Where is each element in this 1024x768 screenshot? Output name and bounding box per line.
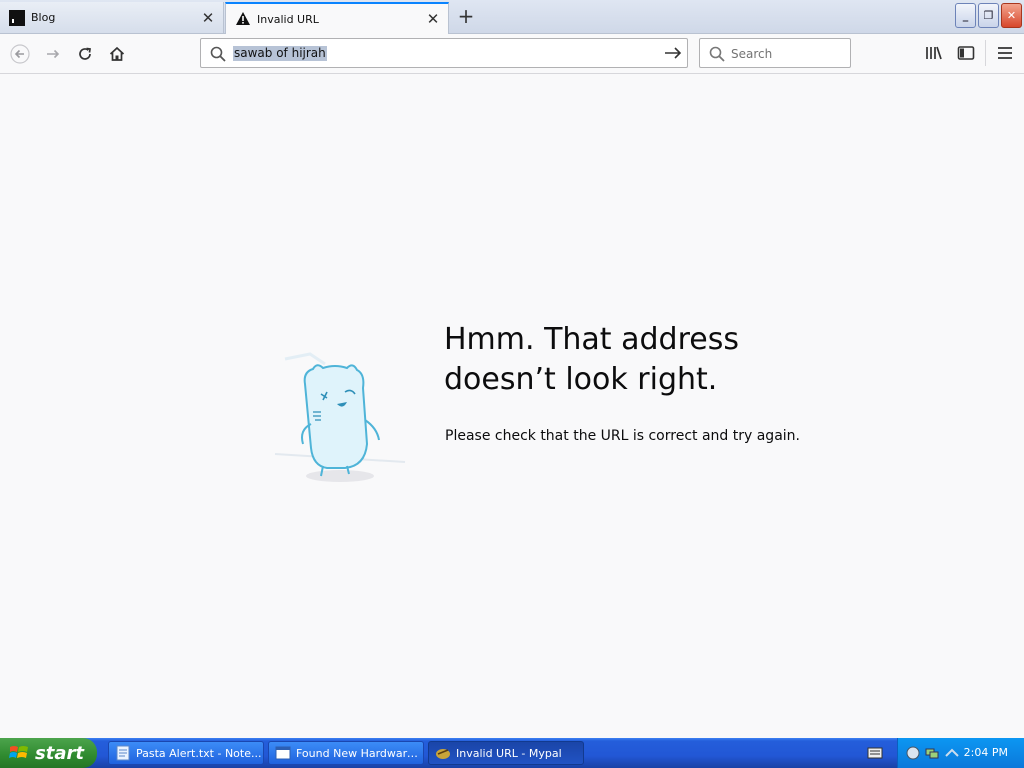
- url-input[interactable]: sawab of hijrah: [233, 46, 327, 61]
- tab-title: Invalid URL: [257, 12, 319, 26]
- warning-icon: [236, 12, 250, 25]
- window-icon: [275, 746, 291, 760]
- home-icon[interactable]: [103, 40, 131, 68]
- address-bar[interactable]: sawab of hijrah: [200, 38, 688, 68]
- system-tray: 2:04 PM: [897, 738, 1024, 768]
- tab-close-icon[interactable]: ✕: [424, 10, 442, 28]
- search-placeholder: Search: [731, 47, 773, 61]
- taskbar-clock[interactable]: 2:04 PM: [964, 746, 1008, 759]
- tray-network-icon[interactable]: [924, 746, 940, 760]
- taskbar-item-browser[interactable]: Invalid URL - Mypal: [428, 741, 584, 765]
- window-controls: _ ❐ ✕: [955, 3, 1022, 28]
- tab-invalid-url[interactable]: Invalid URL ✕: [225, 2, 449, 34]
- back-arrow-icon[interactable]: [6, 40, 34, 68]
- windows-flag-icon: [9, 746, 28, 758]
- keyboard-icon[interactable]: [867, 746, 883, 760]
- window-close-icon[interactable]: ✕: [1001, 3, 1022, 28]
- forward-arrow-icon[interactable]: [39, 40, 67, 68]
- notepad-icon: [116, 745, 130, 761]
- blog-favicon-icon: [9, 9, 25, 26]
- task-label: Pasta Alert.txt - Note...: [136, 746, 262, 760]
- search-icon: [210, 46, 226, 62]
- start-label: start: [35, 742, 84, 764]
- start-button[interactable]: start: [0, 738, 97, 768]
- toolbar-separator: [985, 40, 986, 66]
- reload-icon[interactable]: [71, 40, 99, 68]
- confused-mascot-illustration: [274, 352, 406, 482]
- menu-hamburger-icon[interactable]: [994, 42, 1016, 64]
- tray-connection-icon[interactable]: [944, 746, 960, 760]
- tab-blog[interactable]: Blog ✕: [0, 2, 224, 33]
- taskbar-item-notepad[interactable]: Pasta Alert.txt - Note...: [108, 741, 264, 765]
- tray-speaker-icon[interactable]: [906, 746, 920, 760]
- library-icon[interactable]: [923, 42, 945, 64]
- task-label: Found New Hardware...: [296, 746, 423, 760]
- mypal-browser-icon: [436, 749, 450, 759]
- taskbar: start Pasta Alert.txt - Note... Found Ne…: [0, 738, 1024, 768]
- navigation-toolbar: sawab of hijrah Search: [0, 34, 1024, 74]
- error-page: Hmm. That address doesn’t look right. Pl…: [0, 74, 1024, 738]
- headline-line-1: Hmm. That address: [444, 322, 739, 357]
- new-tab-icon[interactable]: +: [454, 5, 478, 29]
- headline-line-2: doesn’t look right.: [444, 362, 718, 397]
- search-bar[interactable]: Search: [699, 38, 851, 68]
- tab-close-icon[interactable]: ✕: [199, 9, 217, 27]
- go-arrow-icon[interactable]: [663, 44, 683, 62]
- task-label: Invalid URL - Mypal: [456, 746, 562, 760]
- tab-title: Blog: [31, 11, 56, 24]
- search-icon: [709, 46, 725, 62]
- restore-icon[interactable]: ❐: [978, 3, 999, 28]
- error-headline: Hmm. That address doesn’t look right.: [444, 320, 784, 400]
- error-description: Please check that the URL is correct and…: [445, 428, 800, 444]
- sidebar-icon[interactable]: [955, 42, 977, 64]
- tab-strip: Blog ✕ Invalid URL ✕ + _ ❐ ✕: [0, 0, 1024, 34]
- taskbar-item-hardware[interactable]: Found New Hardware...: [268, 741, 424, 765]
- minimize-icon[interactable]: _: [955, 3, 976, 28]
